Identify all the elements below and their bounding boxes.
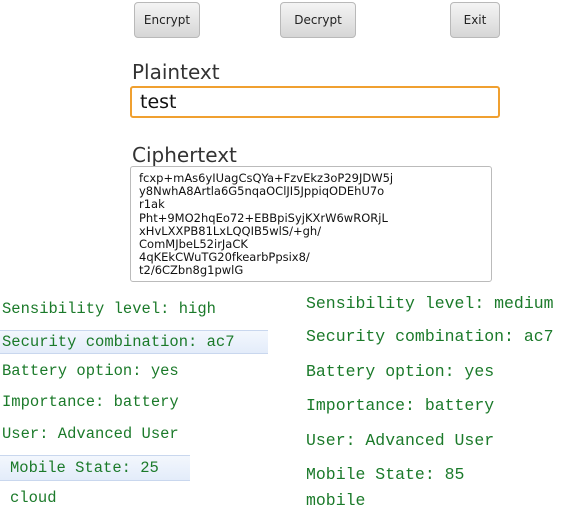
decrypt-button[interactable]: Decrypt	[280, 2, 356, 38]
encryption-app-screen: Encrypt Decrypt Exit Plaintext Ciphertex…	[124, 0, 504, 292]
ciphertext-field[interactable]: fcxp+mAs6yIUagCsQYa+FzvEkz3oP29JDW5j y8N…	[130, 166, 492, 282]
log-battery-option: Battery option: yes	[306, 362, 495, 381]
log-location: cloud	[10, 489, 57, 507]
log-importance: Importance: battery	[306, 396, 495, 415]
log-location: mobile	[306, 491, 366, 510]
log-battery-option: Battery option: yes	[2, 362, 179, 380]
log-security-combination: Security combination: ac7	[306, 327, 554, 346]
exit-button[interactable]: Exit	[450, 2, 500, 38]
log-user: User: Advanced User	[2, 425, 179, 443]
log-importance: Importance: battery	[2, 393, 179, 411]
plaintext-input[interactable]	[130, 86, 500, 118]
log-sensibility-level: Sensibility level: medium	[306, 294, 554, 313]
encrypt-button[interactable]: Encrypt	[134, 2, 200, 38]
log-sensibility-level: Sensibility level: high	[2, 300, 216, 318]
log-mobile-state: Mobile State: 25	[0, 455, 190, 481]
log-mobile-state: Mobile State: 85	[306, 465, 465, 484]
ciphertext-label: Ciphertext	[132, 143, 237, 167]
log-security-combination: Security combination: ac7	[0, 330, 268, 354]
log-user: User: Advanced User	[306, 431, 495, 450]
plaintext-label: Plaintext	[132, 60, 220, 84]
